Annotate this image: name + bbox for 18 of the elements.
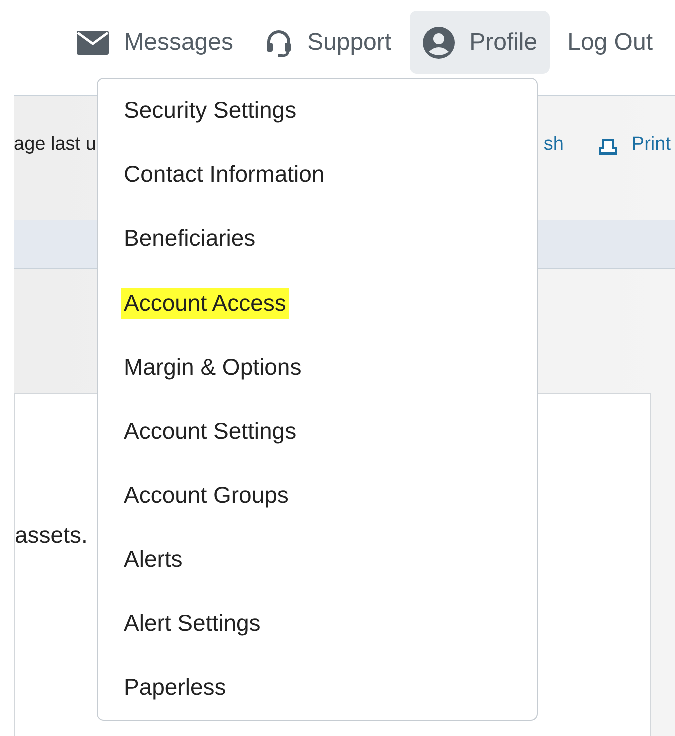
menu-item[interactable]: Account Access [98, 270, 537, 336]
refresh-link[interactable]: sh [544, 134, 564, 156]
menu-item[interactable]: Alert Settings [98, 592, 537, 656]
menu-item[interactable]: Beneficiaries [98, 206, 537, 271]
nav-link[interactable]: Messages [64, 11, 246, 74]
menu-item[interactable]: Security Settings [98, 79, 537, 143]
menu-item[interactable]: Account Settings [98, 399, 537, 464]
menu-item[interactable]: Account Groups [98, 463, 537, 528]
menu-item[interactable]: Alerts [98, 528, 537, 592]
menu-item[interactable]: Contact Information [98, 142, 537, 207]
menu-item[interactable]: Paperless [98, 656, 537, 720]
last-updated-text: age last u [14, 134, 96, 156]
print-link[interactable]: Print [598, 134, 671, 156]
nav-link[interactable]: Profile [410, 11, 550, 74]
menu-item[interactable]: Margin & Options [98, 335, 537, 400]
nav-link[interactable]: Support [252, 11, 404, 74]
nav-link[interactable]: Log Out [556, 11, 665, 74]
body-text: assets. [15, 522, 88, 548]
